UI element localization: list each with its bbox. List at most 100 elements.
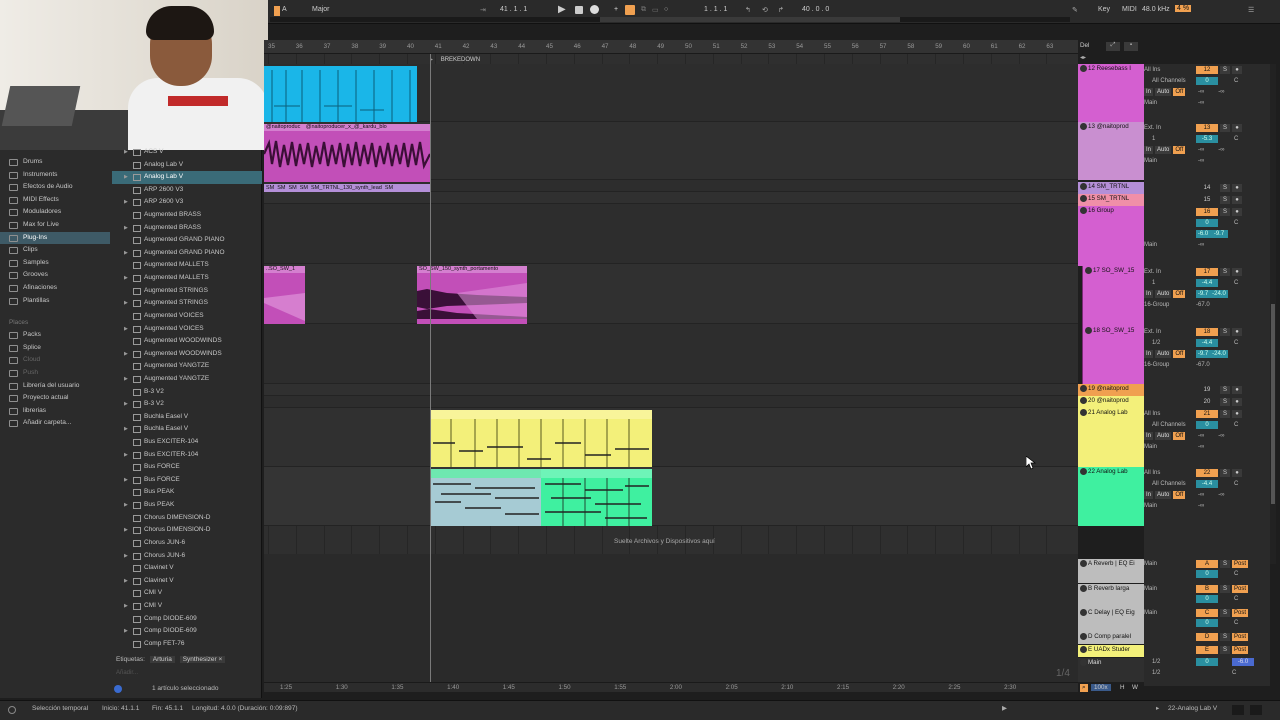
browser-item[interactable]: Buchla Easel V bbox=[112, 411, 262, 424]
volume-value[interactable]: -5.3 bbox=[1196, 135, 1218, 143]
bar-number[interactable]: 56 bbox=[852, 43, 859, 50]
track-number[interactable]: 18 bbox=[1196, 328, 1218, 336]
expand-triangle-icon[interactable]: ▶ bbox=[124, 550, 128, 563]
browser-item[interactable]: Analog Lab V bbox=[112, 159, 262, 172]
return-pan[interactable]: C bbox=[1234, 596, 1238, 602]
return-track-header[interactable]: E UADx Studer bbox=[1078, 645, 1144, 657]
send-a[interactable]: -∞ bbox=[1198, 89, 1204, 95]
browser-item[interactable]: ▶ Augmented YANGTZE bbox=[112, 373, 262, 386]
lane-17[interactable] bbox=[264, 264, 1078, 324]
solo-button[interactable]: S bbox=[1220, 386, 1230, 394]
output[interactable]: Main bbox=[1144, 99, 1157, 108]
main-gain[interactable]: -6.0 bbox=[1232, 658, 1254, 666]
track-number[interactable]: 17 bbox=[1196, 268, 1218, 276]
track-header[interactable]: 14 SM_TRTNL bbox=[1078, 182, 1144, 194]
track-name[interactable]: 12 Reesebass I bbox=[1088, 65, 1131, 72]
bar-number[interactable]: 37 bbox=[324, 43, 331, 50]
sends[interactable]: -∞ -∞ bbox=[1198, 491, 1225, 500]
browser-item[interactable]: ARP 2600 V3 bbox=[112, 184, 262, 197]
bar-number[interactable]: 47 bbox=[602, 43, 609, 50]
main-out[interactable]: 1/2 bbox=[1152, 670, 1160, 676]
sends[interactable]: -∞ -∞ bbox=[1198, 88, 1225, 97]
solo-button[interactable]: S bbox=[1220, 585, 1230, 593]
show-hide-w[interactable]: W bbox=[1132, 684, 1138, 691]
track-header[interactable]: 20 @naitoprod bbox=[1078, 396, 1144, 408]
browser-item[interactable]: Comp FET-76 bbox=[112, 638, 262, 651]
lane-21[interactable] bbox=[264, 408, 1078, 467]
fold-icon[interactable] bbox=[1080, 397, 1087, 404]
send-c[interactable]: -67.0 bbox=[1196, 302, 1210, 308]
track-number[interactable]: 21 bbox=[1196, 410, 1218, 418]
monitor-auto[interactable]: Auto bbox=[1155, 432, 1172, 440]
category-midi-effects[interactable]: MIDI Effects bbox=[0, 194, 110, 207]
bar-number[interactable]: 48 bbox=[629, 43, 636, 50]
expand-triangle-icon[interactable]: ▶ bbox=[124, 373, 128, 386]
track-number[interactable]: 20 bbox=[1196, 398, 1218, 406]
send-c[interactable]: -∞ bbox=[1198, 157, 1204, 166]
pan-value[interactable]: C bbox=[1234, 220, 1238, 226]
return-volume[interactable]: 0 bbox=[1196, 595, 1218, 603]
main-volume[interactable]: 0 -6.0 bbox=[1196, 658, 1254, 667]
monitor-off[interactable]: Off bbox=[1173, 491, 1186, 499]
arm-icon[interactable]: ● bbox=[1232, 386, 1242, 394]
time-mark[interactable]: 1:30 bbox=[336, 684, 348, 691]
arm-icon[interactable]: ● bbox=[1232, 410, 1242, 418]
monitor-off[interactable]: Off bbox=[1173, 432, 1186, 440]
clip-reesebass[interactable] bbox=[264, 66, 417, 122]
sends[interactable]: -6.0 -9.7 bbox=[1196, 230, 1228, 239]
fold-icon[interactable] bbox=[1080, 409, 1087, 416]
solo-button[interactable]: S bbox=[1220, 646, 1230, 654]
return-volume[interactable]: 0C bbox=[1196, 619, 1238, 628]
show-hide-h[interactable]: H bbox=[1120, 684, 1125, 691]
delete-button[interactable]: Del bbox=[1080, 42, 1089, 49]
solo-button[interactable]: S bbox=[1220, 208, 1230, 216]
place-proyecto-actual[interactable]: Proyecto actual bbox=[0, 392, 110, 405]
track-header[interactable]: 21 Analog Lab bbox=[1078, 408, 1144, 467]
fold-icon[interactable] bbox=[1080, 207, 1087, 214]
input-channel-select[interactable]: 1 bbox=[1152, 136, 1155, 142]
fold-icon[interactable] bbox=[1080, 65, 1087, 72]
return-output[interactable]: Main bbox=[1144, 609, 1157, 618]
bar-number[interactable]: 38 bbox=[351, 43, 358, 50]
fold-icon[interactable] bbox=[1080, 633, 1087, 640]
output[interactable]: Main bbox=[1144, 241, 1157, 250]
volume-value[interactable]: 0 bbox=[1196, 421, 1218, 429]
input-type[interactable]: All Ins bbox=[1144, 410, 1160, 419]
clip-analog-lab-21[interactable] bbox=[431, 410, 652, 467]
send-b[interactable]: -24.0 bbox=[1210, 290, 1228, 298]
output-select[interactable]: 16-Group bbox=[1144, 302, 1169, 308]
overdub-icon[interactable]: + bbox=[614, 6, 618, 13]
output[interactable]: Main bbox=[1144, 443, 1157, 452]
add-tag-input[interactable]: Añadir... bbox=[116, 670, 138, 676]
browser-item[interactable]: ▶ ARP 2600 V3 bbox=[112, 196, 262, 209]
expand-triangle-icon[interactable]: ▶ bbox=[124, 146, 128, 159]
track-header[interactable]: 12 Reesebass I bbox=[1078, 64, 1144, 122]
zoom-level[interactable]: 100x bbox=[1091, 684, 1111, 691]
place-a-adir-carpeta-[interactable]: Añadir carpeta... bbox=[0, 417, 110, 430]
main-cue[interactable]: 1/2 bbox=[1152, 658, 1160, 667]
send-c[interactable]: -∞ bbox=[1198, 503, 1204, 509]
play-arrow-icon[interactable]: ▶ bbox=[1002, 701, 1007, 717]
bar-number[interactable]: 50 bbox=[685, 43, 692, 50]
expand-triangle-icon[interactable]: ▶ bbox=[124, 449, 128, 462]
input-type[interactable]: Ext. In bbox=[1144, 328, 1161, 337]
return-volume[interactable]: 0 bbox=[1196, 619, 1218, 627]
track-number[interactable]: 19 bbox=[1196, 386, 1218, 394]
time-mark[interactable]: 1:50 bbox=[559, 684, 571, 691]
pan-value[interactable]: C bbox=[1234, 422, 1238, 428]
track-header[interactable]: 16 Group bbox=[1078, 206, 1144, 266]
bar-number[interactable]: 45 bbox=[546, 43, 553, 50]
input-channel[interactable]: All Channels bbox=[1152, 480, 1186, 489]
send-b[interactable]: -∞ bbox=[1218, 492, 1224, 498]
bar-number[interactable]: 51 bbox=[713, 43, 720, 50]
main-volume[interactable]: 0 bbox=[1196, 658, 1218, 666]
loop-length[interactable]: 40 . 0 . 0 bbox=[802, 6, 829, 13]
output[interactable]: Main bbox=[1144, 502, 1157, 511]
return-output-select[interactable]: Main bbox=[1144, 610, 1157, 616]
bar-number[interactable]: 46 bbox=[574, 43, 581, 50]
input-channel[interactable]: 1/2 bbox=[1152, 339, 1160, 348]
browser-item[interactable]: B-3 V2 bbox=[112, 386, 262, 399]
return-output[interactable]: Main bbox=[1144, 560, 1157, 569]
pan-value[interactable]: C bbox=[1234, 340, 1238, 346]
browser-item[interactable]: Augmented STRINGS bbox=[112, 285, 262, 298]
